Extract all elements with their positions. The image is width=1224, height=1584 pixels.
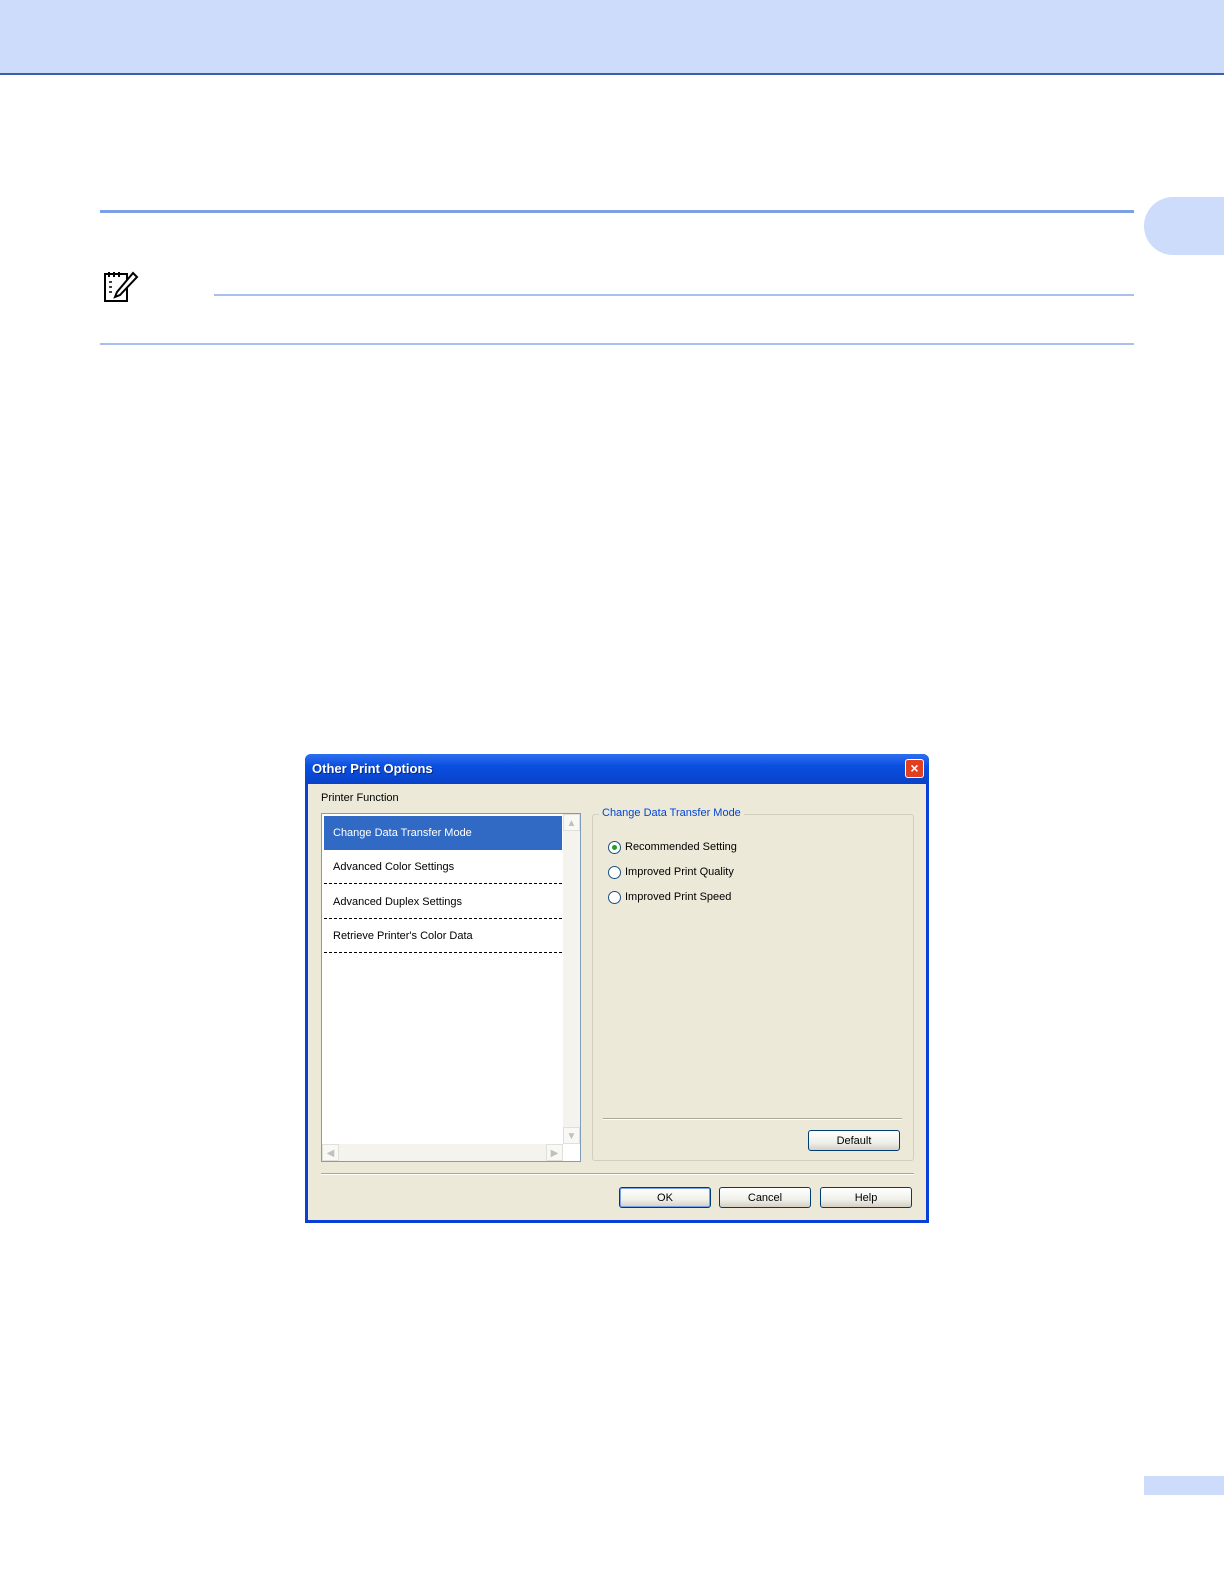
other-print-options-dialog: Other Print Options × Printer Function C…	[305, 754, 929, 1223]
default-button[interactable]: Default	[808, 1130, 900, 1151]
cancel-button[interactable]: Cancel	[719, 1187, 811, 1208]
page-header-band	[0, 0, 1224, 75]
note-rule-top	[214, 294, 1134, 296]
radio-label: Recommended Setting	[625, 841, 737, 853]
horizontal-scrollbar[interactable]: ◀ ▶	[322, 1144, 563, 1161]
printer-function-label: Printer Function	[321, 792, 399, 804]
scroll-up-arrow-icon[interactable]: ▲	[563, 814, 580, 831]
footer-separator	[321, 1173, 914, 1175]
group-separator	[603, 1118, 902, 1120]
page-number-tab	[1144, 1476, 1224, 1495]
list-item-retrieve-printer-color-data[interactable]: Retrieve Printer's Color Data	[324, 919, 562, 953]
dialog-titlebar[interactable]: Other Print Options ×	[305, 754, 929, 784]
radio-button[interactable]	[608, 866, 621, 879]
radio-label: Improved Print Quality	[625, 866, 734, 878]
note-pencil-icon	[104, 271, 139, 302]
ok-button[interactable]: OK	[619, 1187, 711, 1208]
radio-button[interactable]	[608, 891, 621, 904]
scroll-right-arrow-icon[interactable]: ▶	[546, 1144, 563, 1161]
help-button[interactable]: Help	[820, 1187, 912, 1208]
close-icon[interactable]: ×	[905, 759, 924, 778]
dialog-title: Other Print Options	[312, 761, 433, 776]
note-rule-bottom	[100, 343, 1134, 345]
chapter-tab	[1144, 197, 1224, 255]
scroll-left-arrow-icon[interactable]: ◀	[322, 1144, 339, 1161]
scroll-down-arrow-icon[interactable]: ▼	[563, 1127, 580, 1144]
radio-button-checked[interactable]	[608, 841, 621, 854]
printer-function-list[interactable]: Change Data Transfer Mode Advanced Color…	[321, 813, 581, 1162]
list-item-advanced-color-settings[interactable]: Advanced Color Settings	[324, 850, 562, 884]
list-item-change-data-transfer-mode[interactable]: Change Data Transfer Mode	[324, 816, 562, 850]
radio-label: Improved Print Speed	[625, 891, 732, 903]
list-item-advanced-duplex-settings[interactable]: Advanced Duplex Settings	[324, 885, 562, 919]
vertical-scrollbar[interactable]: ▲ ▼	[563, 814, 580, 1144]
dialog-client-area: Printer Function Change Data Transfer Mo…	[308, 784, 926, 1220]
section-rule	[100, 210, 1134, 213]
group-title: Change Data Transfer Mode	[599, 807, 744, 819]
